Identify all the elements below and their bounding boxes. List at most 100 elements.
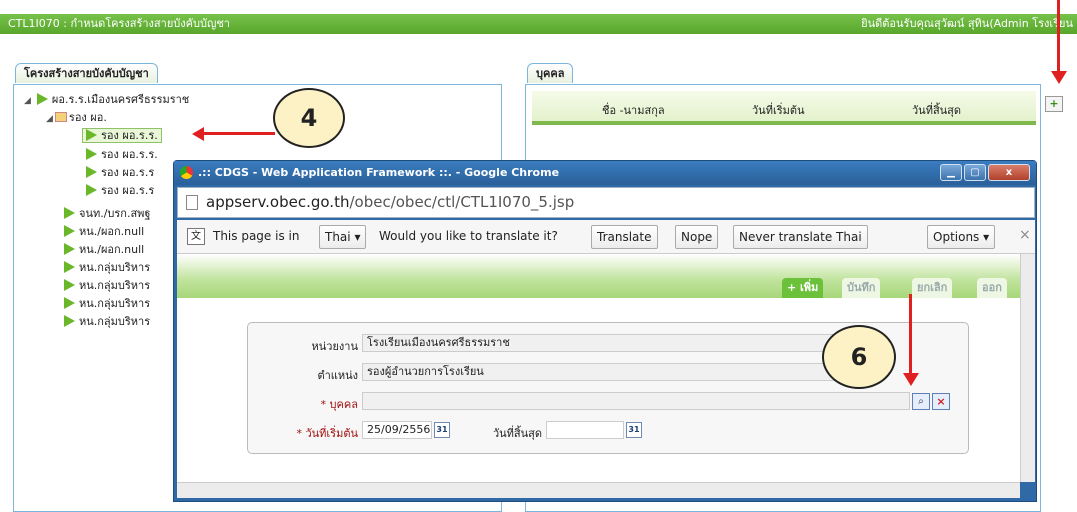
tree-node-label: หน.กลุ่มบริหาร (79, 261, 151, 274)
add-button[interactable]: + เพิ่ม (782, 278, 824, 298)
add-person-icon[interactable]: + (1045, 96, 1063, 112)
page-icon (186, 195, 198, 210)
required-mark: * (320, 398, 327, 411)
tab-structure-label: โครงสร้างสายบังคับบัญชา (24, 67, 149, 80)
node-icon (64, 315, 75, 327)
unit-field: โรงเรียนเมืองนครศรีธรรมราช (362, 334, 862, 352)
screen: CTL1I070 : กำหนดโครงสร้างสายบังคับบัญชา … (0, 0, 1077, 512)
language-select[interactable]: Thai ▾ (319, 225, 367, 249)
start-label-text: วันที่เริ่มต้น (305, 427, 358, 440)
address-bar[interactable]: appserv.obec.go.th/obec/obec/ctl/CTL1I07… (177, 187, 1035, 218)
never-translate-button[interactable]: Never translate Thai (733, 225, 868, 249)
vertical-scrollbar[interactable] (1020, 254, 1035, 482)
tab-person-label: บุคคล (536, 67, 565, 80)
clear-person-icon[interactable]: × (932, 393, 950, 410)
tree-node-admin-3[interactable]: หน.กลุ่มบริหาร (64, 295, 150, 313)
node-icon (64, 297, 75, 309)
options-button[interactable]: Options ▾ (927, 225, 996, 249)
minimize-button[interactable]: ▁ (940, 164, 962, 181)
save-button[interactable]: บันทึก (842, 278, 881, 298)
callout-6: 6 (822, 325, 896, 389)
arrow-head-left (192, 127, 204, 141)
arrow-head-down-2 (1051, 71, 1067, 84)
close-window-button[interactable]: x (988, 164, 1030, 181)
arrow-to-search (909, 294, 912, 374)
tree-node-admin-4[interactable]: หน.กลุ่มบริหาร (64, 313, 150, 331)
welcome-text: ยินดีต้อนรับคุณสุวัฒน์ สุทิน(Admin โรงเร… (861, 17, 1073, 30)
popup-title-bar: .:: CDGS - Web Application Framework ::.… (174, 161, 1036, 185)
tree-node-officer[interactable]: จนท./บรก.สพฐ (64, 205, 151, 223)
tree-node-head-1[interactable]: หน./ผอก.null (64, 223, 144, 241)
end-date-calendar-icon[interactable]: 31 (626, 422, 642, 438)
page-title: CTL1I070 : กำหนดโครงสร้างสายบังคับบัญชา (8, 17, 230, 30)
translate-icon: 文 (187, 228, 205, 245)
url-path: /obec/obec/ctl/CTL1I070_5.jsp (349, 193, 575, 211)
tree-node-label: หน.กลุ่มบริหาร (79, 279, 151, 292)
tree-node-label: หน./ผอก.null (79, 243, 145, 256)
person-field[interactable] (362, 392, 910, 410)
language-value: Thai (325, 230, 351, 244)
node-icon (36, 93, 48, 105)
arrow-to-add (1057, 0, 1060, 72)
tree-node-label: รอง ผอ.ร.ร (101, 184, 155, 197)
col-end-date[interactable]: วันที่สิ้นสุด (912, 101, 961, 119)
tree-node-deputy-group[interactable]: ◢ รอง ผอ. (46, 109, 107, 127)
arrow-head-down (903, 373, 919, 386)
person-grid-header: ชื่อ -นามสกุล วันที่เริ่มต้น วันที่สิ้นส… (532, 91, 1036, 125)
tree-node-label: รอง ผอ.ร.ร (101, 166, 155, 179)
col-start-date[interactable]: วันที่เริ่มต้น (752, 101, 805, 119)
end-date-input[interactable] (546, 421, 624, 439)
tree-node-label: รอง ผอ.ร.ร. (101, 129, 158, 142)
node-icon (64, 261, 75, 273)
close-translate-icon[interactable]: × (1019, 227, 1031, 243)
tree-node-head-2[interactable]: หน./ผอก.null (64, 241, 144, 259)
tree-node-label: หน./ผอก.null (79, 225, 145, 238)
nope-button[interactable]: Nope (675, 225, 719, 249)
position-field: รองผู้อำนวยการโรงเรียน (362, 363, 862, 381)
arrow-to-node (200, 132, 275, 135)
required-mark: * (296, 427, 302, 440)
start-date-input[interactable]: 25/09/2556 (362, 421, 432, 439)
start-date-label: * วันที่เริ่มต้น (248, 424, 358, 442)
tree-node-admin-1[interactable]: หน.กลุ่มบริหาร (64, 259, 150, 277)
popup-title: .:: CDGS - Web Application Framework ::.… (198, 166, 560, 179)
person-label: * บุคคล (248, 395, 358, 413)
tab-structure[interactable]: โครงสร้างสายบังคับบัญชา (15, 63, 158, 83)
tree-node-admin-2[interactable]: หน.กลุ่มบริหาร (64, 277, 150, 295)
search-person-icon[interactable]: ⌕ (912, 393, 930, 410)
org-chart-icon (54, 112, 67, 122)
translate-prefix: This page is in (213, 229, 300, 243)
tree-node-label: ผอ.ร.ร.เมืองนครศรีธรรมราช (51, 93, 190, 106)
node-icon (64, 279, 75, 291)
end-date-label: วันที่สิ้นสุด (492, 427, 542, 440)
tree-node-label: หน.กลุ่มบริหาร (79, 315, 151, 328)
cancel-button[interactable]: ยกเลิก (912, 278, 953, 298)
tree-node-deputy-3[interactable]: รอง ผอ.ร.ร (86, 164, 154, 182)
node-icon (64, 243, 75, 255)
exit-button[interactable]: ออก (977, 278, 1007, 298)
tab-person[interactable]: บุคคล (527, 63, 574, 83)
node-icon (86, 148, 97, 160)
translate-bar: 文 This page is in Thai ▾ Would you like … (177, 220, 1035, 254)
chrome-logo-icon (180, 166, 193, 179)
tree-node-deputy-4[interactable]: รอง ผอ.ร.ร (86, 182, 154, 200)
tree-node-label: รอง ผอ.ร.ร. (101, 148, 158, 161)
tree-node-root[interactable]: ◢ ผอ.ร.ร.เมืองนครศรีธรรมราช (24, 91, 189, 109)
maximize-button[interactable]: ▢ (964, 164, 986, 181)
collapse-icon[interactable]: ◢ (24, 96, 31, 106)
tree-node-deputy-1[interactable]: รอง ผอ.ร.ร. (82, 127, 162, 145)
callout-4: 4 (273, 88, 345, 148)
options-label: Options (933, 230, 980, 244)
col-name[interactable]: ชื่อ -นามสกุล (602, 101, 665, 119)
url-domain: appserv.obec.go.th (206, 193, 350, 211)
action-bar: + เพิ่ม บันทึก ยกเลิก ออก (177, 254, 1020, 298)
horizontal-scrollbar[interactable] (177, 482, 1020, 498)
node-icon (64, 225, 75, 237)
person-label-text: บุคคล (329, 398, 358, 411)
node-icon (64, 207, 75, 219)
tree-node-label: จนท./บรก.สพฐ (79, 207, 151, 220)
translate-button[interactable]: Translate (591, 225, 658, 249)
collapse-icon[interactable]: ◢ (46, 114, 53, 124)
node-icon (86, 166, 97, 178)
tree-node-deputy-2[interactable]: รอง ผอ.ร.ร. (86, 146, 158, 164)
